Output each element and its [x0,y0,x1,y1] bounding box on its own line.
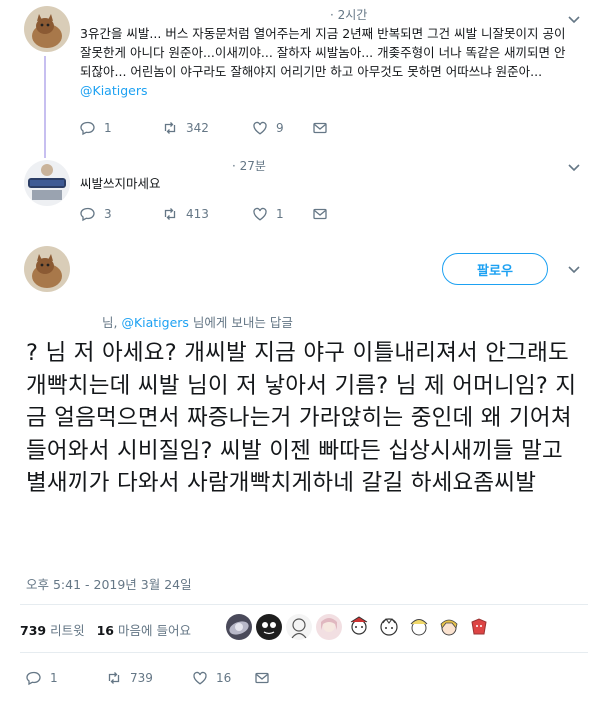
tweet-text: 씨발쓰지마세요 [80,176,161,191]
tweet-text: 3유간을 씨발... 버스 자동문처럼 열어주는게 지금 2년째 반복되면 그건… [80,24,570,100]
retweets-number: 739 [20,623,47,638]
mention-link[interactable]: @Kiatigers [80,83,147,98]
like-count: 1 [276,207,284,221]
tweet-time[interactable]: · 2시간 [330,6,367,23]
avatar[interactable] [24,246,70,292]
reply-button[interactable]: 1 [26,670,106,686]
retweets-stat[interactable]: 739 리트윗 [20,620,85,639]
like-count: 9 [276,121,284,135]
reply-count: 3 [104,207,112,221]
liker-avatar[interactable] [436,614,462,640]
tweet-actions: 1 739 16 [26,668,284,688]
mail-icon [313,122,327,134]
tweet-actions: 1 342 9 [80,118,342,138]
tweet-time[interactable]: · 27분 [232,157,266,174]
main-tweet: 팔로우 님, @Kiatigers 님에게 보내는 답글 ? 님 저 아세요? … [0,232,600,703]
heart-icon [193,671,207,685]
dm-button[interactable] [312,120,342,136]
liker-avatar[interactable] [286,614,312,640]
retweet-count: 739 [130,671,153,685]
likers-avatars [226,614,496,640]
mention-link[interactable]: @Kiatigers [121,315,188,330]
divider [20,652,588,653]
like-button[interactable]: 16 [192,670,254,686]
liker-avatar[interactable] [256,614,282,640]
tweet-text: ? 님 저 아세요? 개씨발 지금 야구 이틀내리져서 안그래도 개빡치는데 씨… [26,340,577,497]
liker-avatar[interactable] [466,614,492,640]
like-button[interactable]: 9 [252,120,312,136]
liker-avatar[interactable] [376,614,402,640]
retweet-count: 342 [186,121,209,135]
heart-icon [253,207,267,221]
likes-stat[interactable]: 16 마음에 들어요 [97,620,191,639]
like-button[interactable]: 1 [252,206,312,222]
replying-to-prefix: 님, [102,315,122,330]
heart-icon [253,121,267,135]
reply-count: 1 [104,121,112,135]
chevron-down-icon[interactable] [564,260,584,280]
tweet-stats: 739 리트윗 16 마음에 들어요 [20,620,203,639]
reply-icon [80,207,95,222]
retweet-icon [164,208,176,220]
retweet-icon [164,122,176,134]
replying-to: 님, @Kiatigers 님에게 보내는 답글 [102,312,293,331]
reply-count: 1 [50,671,58,685]
retweet-button[interactable]: 739 [106,670,192,686]
tweet-timestamp[interactable]: 오후 5:41 - 2019년 3월 24일 [26,574,192,593]
dm-button[interactable] [312,206,342,222]
thread-tweet-2[interactable]: · 27분 씨발쓰지마세요 3 413 1 [0,150,600,232]
follow-button[interactable]: 팔로우 [442,253,548,285]
retweet-icon [108,672,120,684]
tweet-body: 3유간을 씨발... 버스 자동문처럼 열어주는게 지금 2년째 반복되면 그건… [80,26,566,79]
tweet-actions: 3 413 1 [80,204,342,224]
likes-number: 16 [96,623,115,638]
reply-icon [26,671,41,686]
reply-icon [80,121,95,136]
retweet-button[interactable]: 413 [162,206,252,222]
retweet-count: 413 [186,207,209,221]
retweets-label: 리트윗 [50,623,85,638]
reply-button[interactable]: 3 [80,206,162,222]
like-count: 16 [216,671,232,685]
dm-button[interactable] [254,670,284,686]
liker-avatar[interactable] [346,614,372,640]
liker-avatar[interactable] [226,614,252,640]
liker-avatar[interactable] [316,614,342,640]
thread-tweet-1[interactable]: · 2시간 3유간을 씨발... 버스 자동문처럼 열어주는게 지금 2년째 반… [0,0,600,158]
reply-button[interactable]: 1 [80,120,162,136]
mail-icon [255,672,269,684]
likes-label: 마음에 들어요 [118,623,191,638]
avatar[interactable] [24,160,70,206]
liker-avatar[interactable] [406,614,432,640]
retweet-button[interactable]: 342 [162,120,252,136]
divider [20,604,588,605]
replying-to-suffix: 님에게 보내는 답글 [188,315,293,330]
avatar[interactable] [24,6,70,52]
thread-connector-line [44,56,46,158]
mail-icon [313,208,327,220]
